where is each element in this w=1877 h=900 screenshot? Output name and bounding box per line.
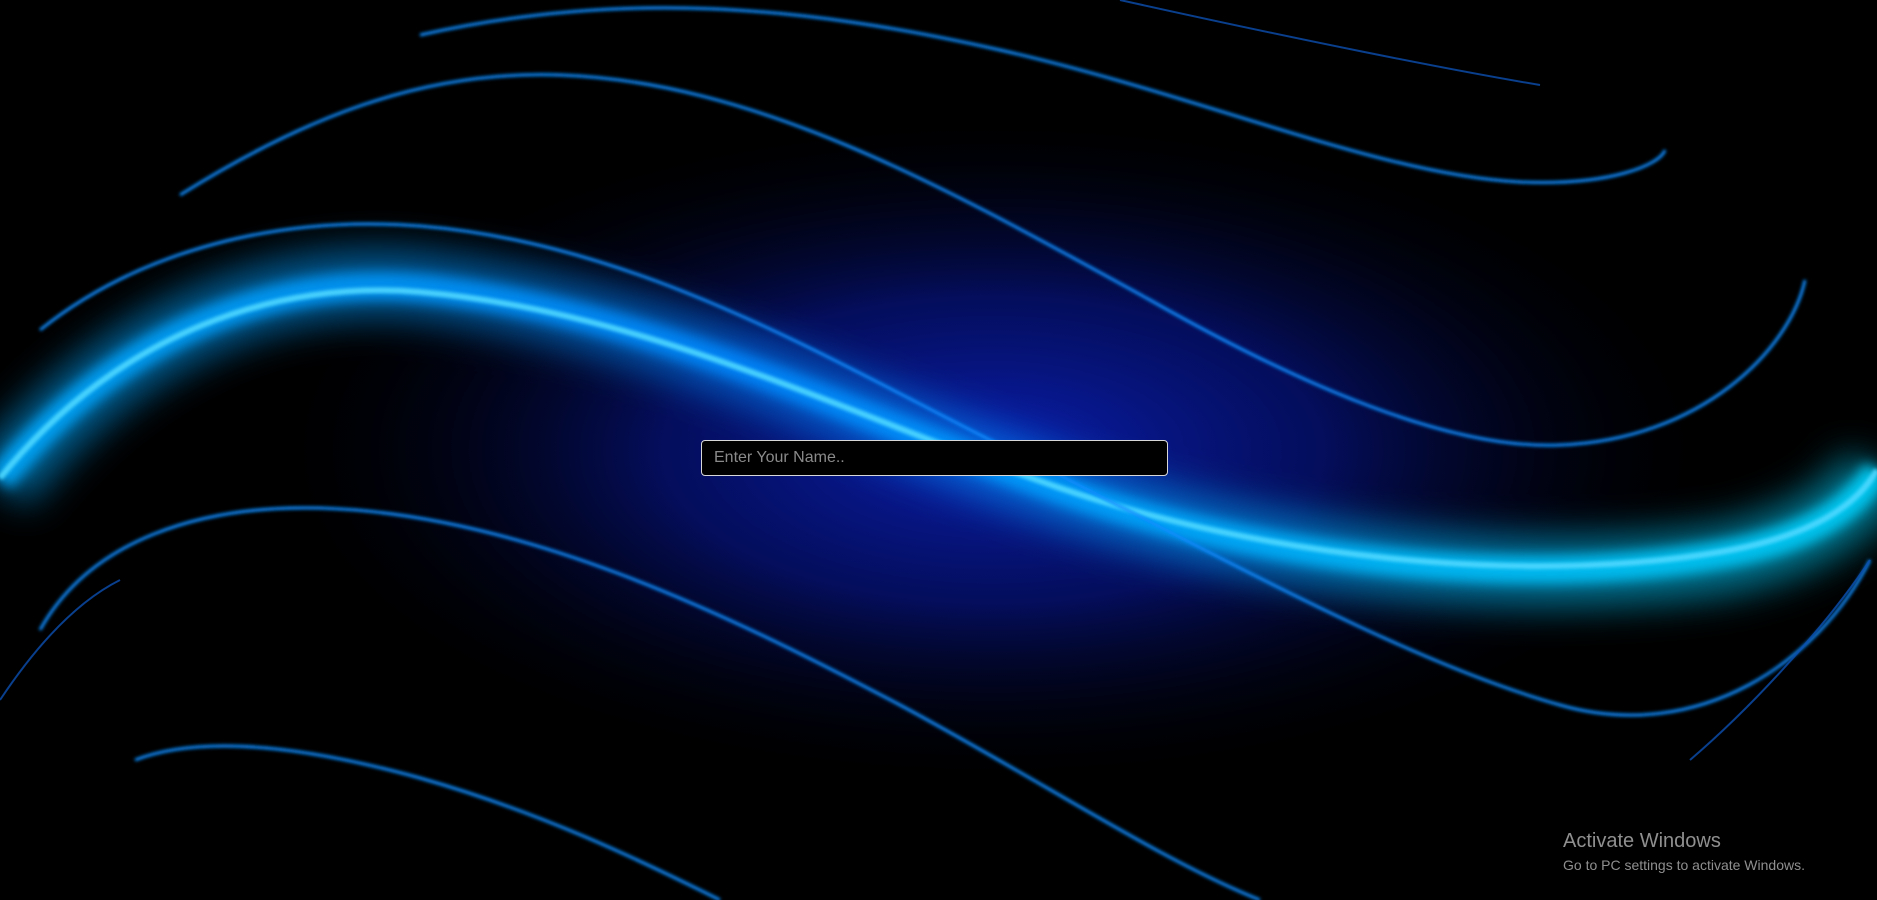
page: Activate Windows Go to PC settings to ac… <box>0 0 1877 900</box>
activate-windows-watermark: Activate Windows Go to PC settings to ac… <box>1563 829 1805 875</box>
name-input[interactable] <box>701 440 1168 476</box>
watermark-title: Activate Windows <box>1563 830 1721 852</box>
watermark-subtitle: Go to PC settings to activate Windows. <box>1563 857 1805 873</box>
